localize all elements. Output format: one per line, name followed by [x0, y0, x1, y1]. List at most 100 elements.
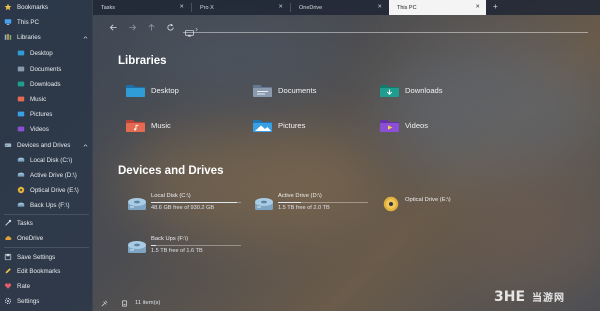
new-tab-button[interactable]: +: [493, 2, 498, 11]
sidebar-item-music[interactable]: Music: [0, 92, 93, 106]
sidebar-item-label: Devices and Drives: [17, 141, 71, 149]
sidebar-item-local-disk[interactable]: Local Disk (C:\): [0, 153, 93, 167]
sidebar-item-bookmarks[interactable]: Bookmarks: [0, 0, 93, 14]
tab-label: This PC: [397, 4, 417, 11]
library-item-label: Videos: [405, 120, 429, 130]
sidebar-item-label: Rate: [17, 282, 31, 290]
drive-item-optical-drive[interactable]: Optical Drive (E:\): [381, 193, 496, 217]
chevron-up-icon[interactable]: [82, 34, 88, 40]
library-item-music[interactable]: Music: [125, 116, 171, 134]
sidebar-item-back-ups[interactable]: Back Ups (F:\): [0, 198, 93, 212]
sidebar-item-label: Bookmarks: [17, 3, 48, 11]
close-icon[interactable]: ✕: [179, 4, 184, 10]
chevron-right-icon[interactable]: [195, 19, 198, 37]
cloud-icon: [4, 234, 12, 242]
videos-folder-icon: [379, 117, 400, 134]
sidebar-item-devices-and-drives[interactable]: Devices and Drives: [0, 138, 93, 152]
sidebar-item-active-drive[interactable]: Active Drive (D:\): [0, 168, 93, 182]
tasks-icon: [4, 219, 12, 227]
item-count: 11 item(s): [135, 300, 161, 306]
sidebar-item-pictures[interactable]: Pictures: [0, 107, 93, 121]
arrow-right-icon: [128, 24, 136, 30]
library-item-label: Pictures: [278, 120, 306, 130]
drive-free-space: 1.5 TB free of 2.0 TB: [278, 205, 330, 211]
sidebar-item-label: Downloads: [30, 80, 61, 88]
pin-icon[interactable]: [101, 300, 108, 307]
back-button[interactable]: [107, 21, 119, 33]
sidebar-item-rate[interactable]: Rate: [0, 279, 93, 293]
library-item-label: Downloads: [405, 85, 443, 95]
sidebar-item-onedrive[interactable]: OneDrive: [0, 231, 93, 245]
toolbar: [93, 15, 600, 39]
sidebar-item-save-settings[interactable]: Save Settings: [0, 250, 93, 264]
sidebar-item-label: Desktop: [30, 49, 53, 57]
sidebar-item-label: Documents: [30, 65, 62, 73]
downloads-folder-icon: [379, 82, 400, 99]
drive-usage-fill: [278, 202, 301, 203]
library-item-downloads[interactable]: Downloads: [379, 81, 443, 99]
tab-onedrive[interactable]: OneDrive ✕: [291, 0, 388, 15]
sidebar-item-downloads[interactable]: Downloads: [0, 77, 93, 91]
refresh-button[interactable]: [164, 21, 176, 33]
drive-item-back-ups[interactable]: Back Ups (F:\) 1.5 TB free of 1.6 TB: [127, 236, 242, 260]
drive-status-icon[interactable]: [121, 300, 128, 307]
drive-usage-bar: [278, 202, 368, 203]
sidebar-item-tasks[interactable]: Tasks: [0, 216, 93, 230]
svg-text:3HE: 3HE: [494, 289, 525, 305]
sidebar-item-label: Pictures: [30, 110, 53, 118]
tab-label: Tasks: [101, 4, 116, 11]
library-item-documents[interactable]: Documents: [252, 81, 316, 99]
sidebar-item-label: Libraries: [17, 33, 41, 41]
gear-icon: [4, 297, 12, 305]
sidebar-item-edit-bookmarks[interactable]: Edit Bookmarks: [0, 264, 93, 278]
drive-item-local-disk[interactable]: Local Disk (C:\) 48.6 GB free of 930.2 G…: [127, 193, 242, 217]
devices-and-drives-heading: Devices and Drives: [118, 165, 224, 177]
desktop-icon: [17, 49, 25, 57]
tab-label: Pro X: [200, 4, 214, 11]
sidebar-item-settings[interactable]: Settings: [0, 294, 93, 308]
sidebar-item-label: Tasks: [17, 219, 33, 227]
forward-button[interactable]: [126, 21, 138, 33]
drive-free-space: 1.5 TB free of 1.6 TB: [151, 248, 203, 254]
disk-icon: [17, 201, 25, 209]
watermark-text: 当游网: [532, 292, 565, 304]
tab-this-pc[interactable]: This PC ✕: [389, 0, 486, 15]
library-item-pictures[interactable]: Pictures: [252, 116, 305, 134]
arrow-left-icon: [109, 24, 117, 30]
libraries-heading: Libraries: [118, 55, 167, 67]
sidebar-item-label: Local Disk (C:\): [30, 156, 73, 164]
sidebar-item-label: OneDrive: [17, 234, 44, 242]
chevron-up-icon[interactable]: [82, 142, 88, 148]
close-icon[interactable]: ✕: [377, 4, 382, 10]
tab-tasks[interactable]: Tasks ✕: [93, 0, 190, 15]
address-bar[interactable]: [183, 23, 588, 37]
library-item-desktop[interactable]: Desktop: [125, 81, 179, 99]
sidebar: Bookmarks This PC Libraries Desktop Docu…: [0, 0, 93, 311]
library-item-videos[interactable]: Videos: [379, 116, 428, 134]
sidebar-item-documents[interactable]: Documents: [0, 62, 93, 76]
pictures-folder-icon: [252, 117, 273, 134]
up-button[interactable]: [145, 21, 157, 33]
downloads-icon: [17, 80, 25, 88]
drive-item-active-drive[interactable]: Active Drive (D:\) 1.5 TB free of 2.0 TB: [254, 193, 369, 217]
sidebar-item-videos[interactable]: Videos: [0, 122, 93, 136]
sidebar-item-label: Settings: [17, 297, 40, 305]
arrow-up-icon: [148, 23, 154, 31]
sidebar-item-libraries[interactable]: Libraries: [0, 30, 93, 44]
close-icon[interactable]: ✕: [278, 4, 283, 10]
optical-drive-icon: [383, 196, 399, 212]
sidebar-item-optical-drive[interactable]: Optical Drive (E:\): [0, 183, 93, 197]
tab-pro-x[interactable]: Pro X ✕: [192, 0, 289, 15]
disk-icon: [17, 156, 25, 164]
music-folder-icon: [125, 117, 146, 134]
sidebar-item-label: Active Drive (D:\): [30, 171, 77, 179]
heart-icon: [4, 282, 12, 290]
library-item-label: Music: [151, 120, 171, 130]
refresh-icon: [166, 23, 174, 31]
sidebar-item-desktop[interactable]: Desktop: [0, 46, 93, 60]
drive-free-space: 48.6 GB free of 930.2 GB: [151, 205, 215, 211]
sidebar-item-this-pc[interactable]: This PC: [0, 15, 93, 29]
drive-usage-bar: [151, 202, 241, 203]
close-icon[interactable]: ✕: [475, 4, 480, 10]
disk-icon: [127, 195, 147, 213]
